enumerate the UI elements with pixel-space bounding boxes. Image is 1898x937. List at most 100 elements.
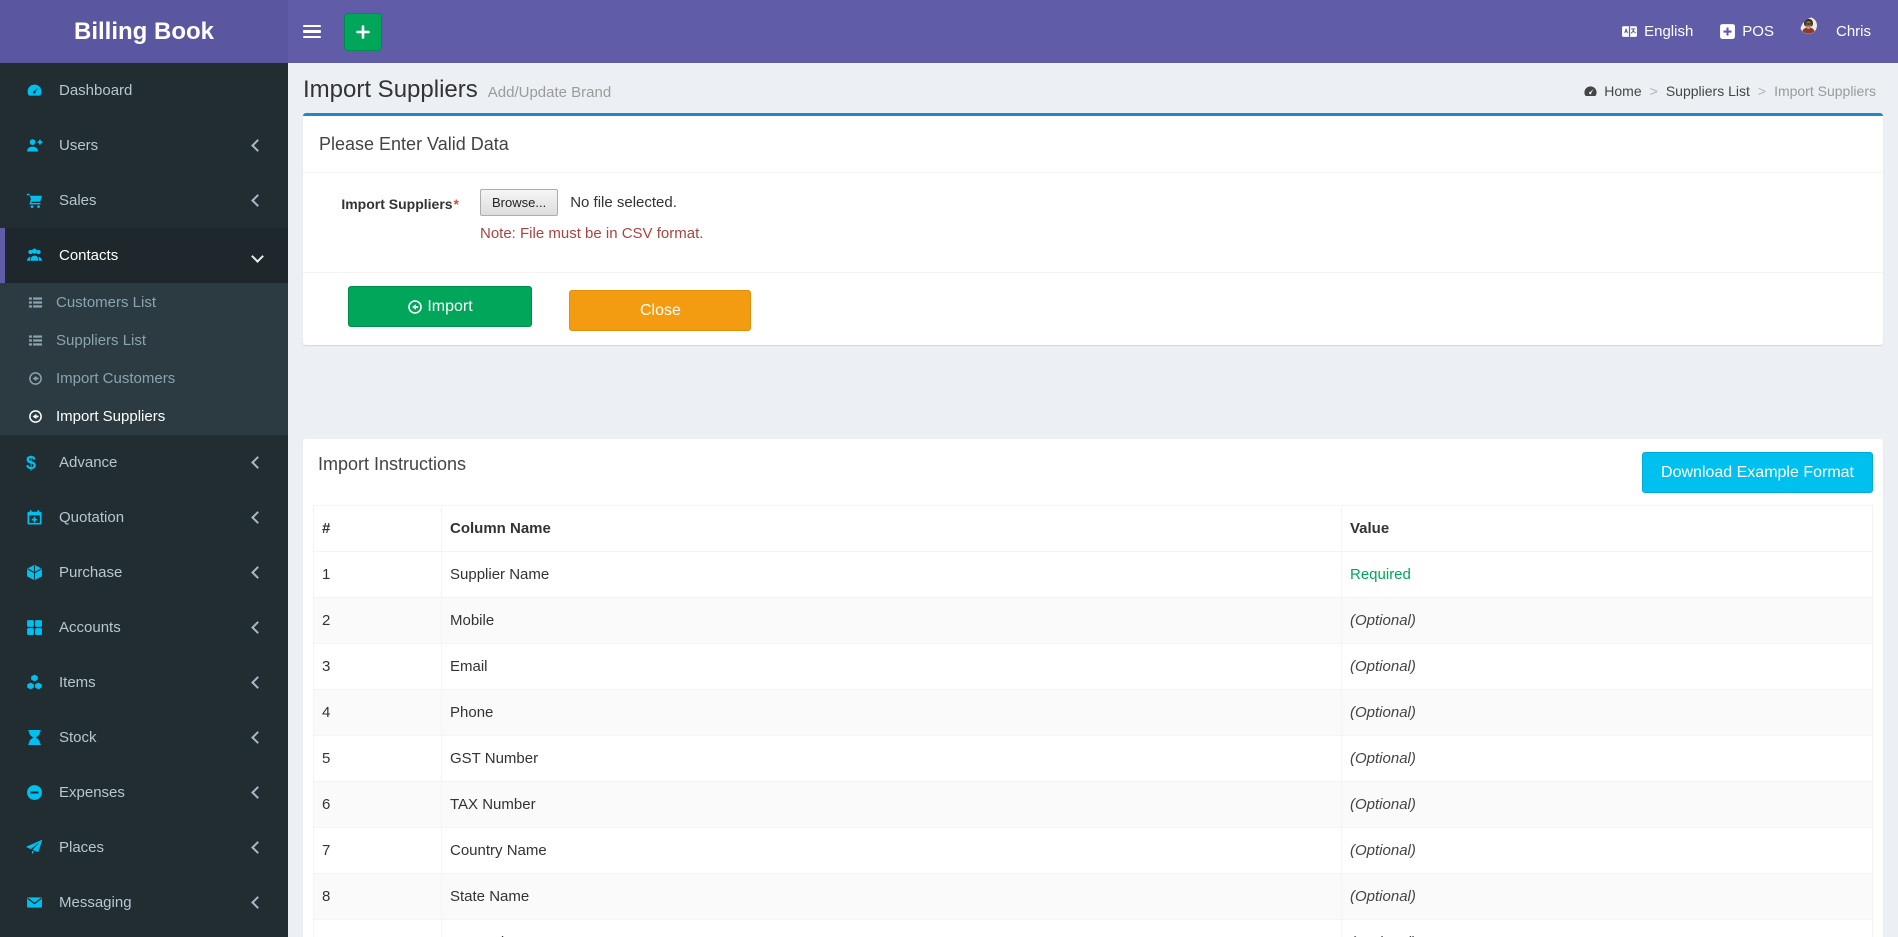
import-form-card: Please Enter Valid Data Import Suppliers… — [303, 113, 1883, 345]
table-row: 3 Email (Optional) — [313, 643, 1873, 690]
breadcrumb: Home > Suppliers List > Import Suppliers — [1583, 83, 1876, 99]
sidebar-item-label: Users — [59, 137, 99, 154]
csv-format-note: Note: File must be in CSV format. — [480, 225, 704, 242]
envelope-icon — [26, 894, 46, 911]
quick-add-button[interactable] — [344, 12, 382, 51]
sidebar-item-expenses[interactable]: Expenses — [0, 765, 288, 820]
chevron-left-icon — [251, 841, 264, 854]
value-optional: (Optional) — [1341, 827, 1873, 874]
sidebar-subitem-import-suppliers[interactable]: Import Suppliers — [0, 397, 288, 435]
sidebar-item-label: Accounts — [59, 619, 121, 636]
pos-button[interactable]: POS — [1706, 0, 1787, 63]
value-optional: (Optional) — [1341, 873, 1873, 920]
sidebar-item-advance[interactable]: $ Advance — [0, 435, 288, 490]
app-logo[interactable]: Billing Book — [0, 0, 288, 63]
sidebar-item-label: Expenses — [59, 784, 125, 801]
sidebar-item-stock[interactable]: Stock — [0, 710, 288, 765]
app-title: Billing Book — [74, 17, 214, 45]
sidebar-subitem-label: Import Customers — [56, 369, 176, 387]
sidebar-item-purchase[interactable]: Purchase — [0, 545, 288, 600]
value-optional: (Optional) — [1341, 781, 1873, 828]
browse-button[interactable]: Browse... — [480, 189, 559, 216]
sidebar-item-label: Contacts — [59, 247, 119, 264]
sidebar-item-sales[interactable]: Sales — [0, 173, 288, 228]
contacts-submenu: Customers List Suppliers List Import Cus… — [0, 283, 288, 435]
col-header-column-name: Column Name — [441, 505, 1342, 552]
paper-plane-icon — [26, 839, 46, 856]
col-header-value: Value — [1341, 505, 1873, 552]
sidebar-item-quotation[interactable]: Quotation — [0, 490, 288, 545]
table-row: 2 Mobile (Optional) — [313, 597, 1873, 644]
chevron-left-icon — [251, 566, 264, 579]
sidebar-item-messaging[interactable]: Messaging — [0, 875, 288, 930]
sidebar-item-label: Advance — [59, 454, 118, 471]
sidebar-subitem-label: Customers List — [56, 293, 157, 311]
card-body: Import Suppliers* Browse... No file sele… — [303, 173, 1883, 272]
value-optional: (Optional) — [1341, 597, 1873, 644]
pos-label: POS — [1742, 23, 1774, 40]
cube-icon — [26, 564, 46, 581]
sidebar-subitem-suppliers-list[interactable]: Suppliers List — [0, 321, 288, 359]
sidebar-toggle-button[interactable] — [288, 0, 336, 63]
arrow-circle-left-icon — [407, 299, 423, 315]
sidebar-subitem-customers-list[interactable]: Customers List — [0, 283, 288, 321]
arrow-circle-left-icon — [28, 371, 46, 386]
breadcrumb-home[interactable]: Home — [1604, 83, 1641, 99]
table-row: 6 TAX Number (Optional) — [313, 781, 1873, 828]
calendar-plus-icon — [26, 509, 46, 526]
close-button[interactable]: Close — [569, 290, 752, 331]
plus-icon — [355, 24, 371, 40]
sidebar-item-items[interactable]: Items — [0, 655, 288, 710]
navbar: English POS Chris — [288, 0, 1898, 63]
table-row: 9 Postcode (Optional) — [313, 919, 1873, 937]
required-asterisk: * — [453, 196, 459, 212]
instructions-card: Import Instructions Download Example For… — [303, 439, 1883, 937]
dashboard-icon — [1583, 84, 1604, 99]
language-label: English — [1644, 23, 1694, 40]
chevron-left-icon — [251, 896, 264, 909]
table-header-row: # Column Name Value — [313, 505, 1873, 552]
sidebar-item-dashboard[interactable]: Dashboard — [0, 63, 288, 118]
sidebar-item-label: Dashboard — [59, 82, 133, 99]
grid-icon — [26, 619, 46, 636]
dollar-icon: $ — [26, 452, 37, 473]
card-footer: Import Close — [303, 272, 1883, 345]
value-optional: (Optional) — [1341, 919, 1873, 937]
sidebar-subitem-import-customers[interactable]: Import Customers — [0, 359, 288, 397]
chevron-left-icon — [251, 139, 264, 152]
list-icon — [28, 295, 46, 310]
sidebar-item-label: Items — [59, 674, 96, 691]
chevron-left-icon — [251, 731, 264, 744]
content-area: Import Suppliers Add/Update Brand Home >… — [288, 63, 1898, 937]
page-subtitle: Add/Update Brand — [487, 84, 612, 101]
chevron-left-icon — [251, 786, 264, 799]
user-menu[interactable]: Chris — [1787, 0, 1884, 63]
navbar-right: English POS Chris — [1608, 0, 1898, 63]
value-optional: (Optional) — [1341, 643, 1873, 690]
top-navbar: Billing Book English POS Chris — [0, 0, 1898, 63]
value-required: Required — [1341, 551, 1873, 598]
user-plus-icon — [26, 137, 46, 154]
instructions-header: Import Instructions Download Example For… — [303, 439, 1883, 505]
arrow-circle-left-icon — [28, 409, 46, 424]
breadcrumb-suppliers-list[interactable]: Suppliers List — [1666, 83, 1750, 99]
instructions-table: # Column Name Value 1 Supplier Name Requ… — [313, 505, 1873, 937]
sidebar-subitem-label: Import Suppliers — [56, 407, 166, 425]
plus-square-icon — [1719, 23, 1736, 40]
import-button-label: Import — [427, 297, 473, 315]
sidebar-item-contacts[interactable]: Contacts — [0, 228, 288, 283]
import-button[interactable]: Import — [348, 286, 532, 327]
sidebar-item-label: Sales — [59, 192, 97, 209]
avatar — [1799, 16, 1830, 47]
sidebar-subitem-label: Suppliers List — [56, 331, 147, 349]
table-row: 4 Phone (Optional) — [313, 689, 1873, 736]
chevron-left-icon — [251, 456, 264, 469]
sidebar-item-accounts[interactable]: Accounts — [0, 600, 288, 655]
import-suppliers-field-label: Import Suppliers* — [341, 196, 459, 212]
instructions-heading: Import Instructions — [318, 454, 467, 474]
sidebar-item-places[interactable]: Places — [0, 820, 288, 875]
page-title-text: Import Suppliers — [303, 76, 478, 103]
language-menu[interactable]: English — [1608, 0, 1706, 63]
download-example-button[interactable]: Download Example Format — [1642, 452, 1873, 493]
sidebar-item-users[interactable]: Users — [0, 118, 288, 173]
